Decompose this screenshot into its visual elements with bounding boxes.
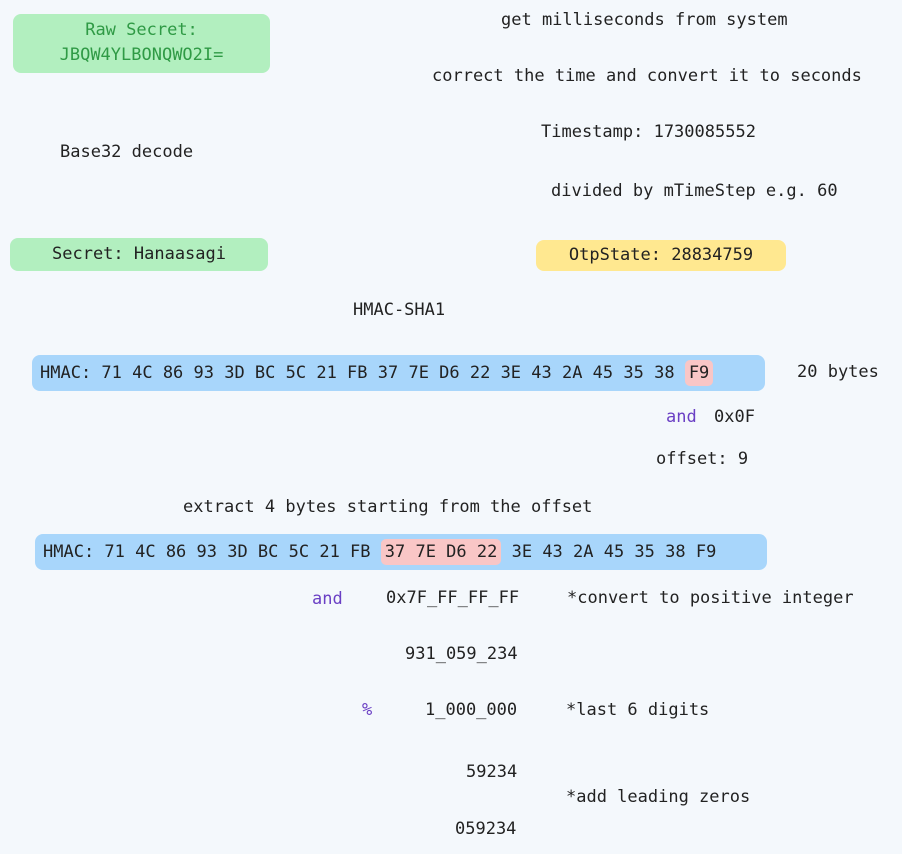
hmac2-bytes-suffix: 3E 43 2A 45 35 38 F9 <box>511 542 717 562</box>
and-operator-2: and <box>312 589 343 609</box>
result-value: 59234 <box>466 762 518 782</box>
otp-state-box: OtpState: 28834759 <box>536 240 786 271</box>
secret-box: Secret: Hanaasagi <box>10 238 268 271</box>
note-last-6-digits: *last 6 digits <box>566 700 710 720</box>
raw-secret-value: JBQW4YLBONQWO2I= <box>59 45 224 65</box>
modulus-value: 1_000_000 <box>425 700 518 720</box>
note-positive-integer: *convert to positive integer <box>567 588 854 608</box>
note-leading-zeros: *add leading zeros <box>566 787 751 807</box>
extract-bytes-label: extract 4 bytes starting from the offset <box>183 497 593 517</box>
bytes-count-label: 20 bytes <box>797 362 879 382</box>
step-correct-time: correct the time and convert it to secon… <box>432 66 862 86</box>
raw-secret-box: Raw Secret: JBQW4YLBONQWO2I= <box>13 14 270 73</box>
offset-label: offset: 9 <box>656 449 749 469</box>
hmac1-bytes: HMAC: 71 4C 86 93 3D BC 5C 21 FB 37 7E D… <box>40 363 675 383</box>
hmac2-bytes-prefix: HMAC: 71 4C 86 93 3D BC 5C 21 FB <box>43 542 371 562</box>
raw-secret-label: Raw Secret: <box>85 20 198 40</box>
hmac2-extracted-bytes-highlight: 37 7E D6 22 <box>380 539 502 565</box>
timestamp-label: Timestamp: 1730085552 <box>541 122 756 142</box>
modulo-operator: % <box>362 700 373 720</box>
hmac-box-1: HMAC: 71 4C 86 93 3D BC 5C 21 FB 37 7E D… <box>32 355 765 391</box>
base32-decode-label: Base32 decode <box>60 142 194 162</box>
final-otp-code: 059234 <box>455 819 517 839</box>
step-get-milliseconds: get milliseconds from system <box>501 10 788 30</box>
and-operator-1: and <box>666 407 697 427</box>
hmac-sha1-label: HMAC-SHA1 <box>353 300 446 320</box>
step-divide-timestep: divided by mTimeStep e.g. 60 <box>551 181 838 201</box>
mask-7f: 0x7F_FF_FF_FF <box>386 588 520 608</box>
integer-value: 931_059_234 <box>405 644 518 664</box>
hmac-box-2: HMAC: 71 4C 86 93 3D BC 5C 21 FB 37 7E D… <box>35 534 767 570</box>
hmac1-last-byte-highlight: F9 <box>684 360 714 386</box>
mask-0f: 0x0F <box>714 407 755 427</box>
